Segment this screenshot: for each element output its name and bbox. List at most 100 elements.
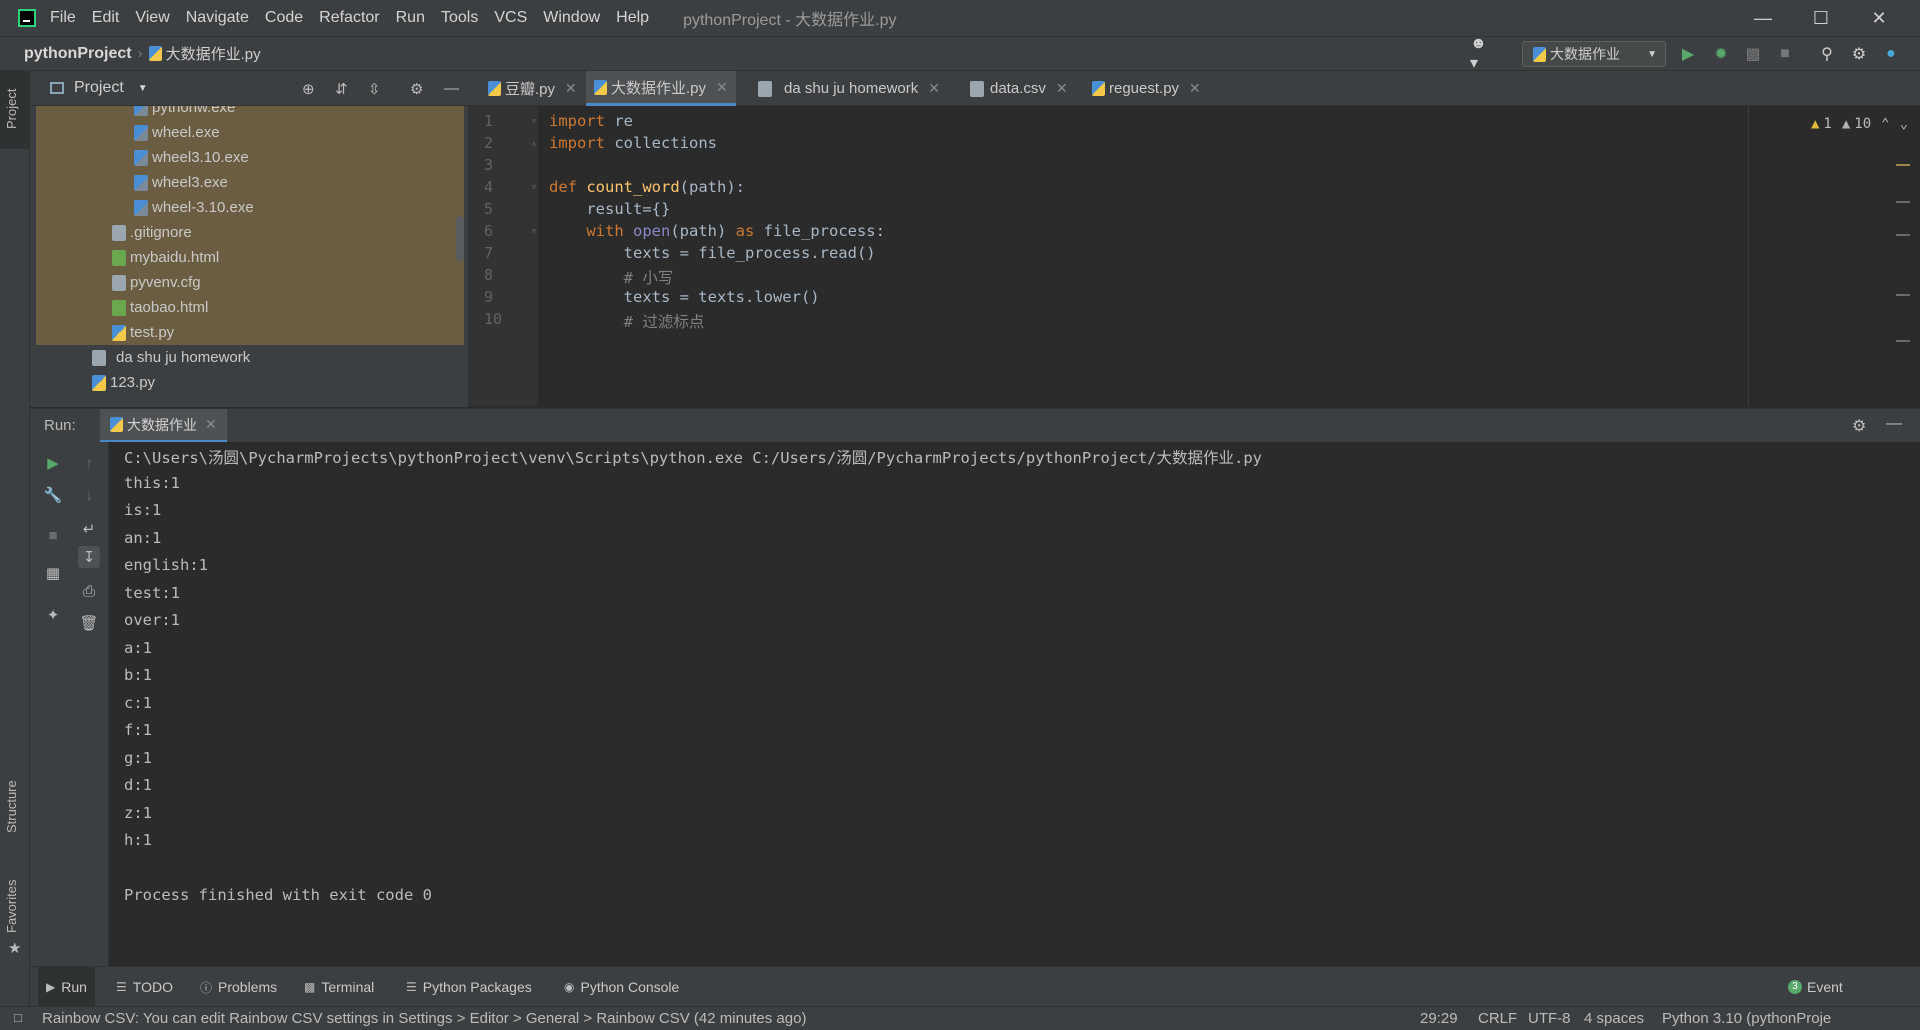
tree-item[interactable]: wheel.exe: [36, 120, 464, 145]
run-configuration-select[interactable]: 大数据作业 ▼: [1522, 41, 1666, 67]
tab-dashuju[interactable]: 大数据作业.py ✕: [586, 71, 736, 106]
caret-position[interactable]: 29:29: [1420, 1010, 1458, 1027]
gear-icon[interactable]: ⚙: [1852, 416, 1866, 436]
run-icon[interactable]: ▶: [1677, 43, 1699, 65]
close-icon[interactable]: ✕: [1056, 80, 1068, 97]
tab-todo[interactable]: ☰ TODO: [108, 967, 181, 1007]
locate-icon[interactable]: ⊕: [302, 80, 315, 98]
trash-icon[interactable]: 🗑: [78, 612, 100, 634]
minimize-icon[interactable]: —: [1734, 0, 1792, 36]
rerun-icon[interactable]: ▶: [42, 452, 64, 474]
tab-python-packages[interactable]: ☰ Python Packages: [398, 967, 540, 1007]
menu-refactor[interactable]: Refactor: [319, 9, 379, 27]
stop-icon[interactable]: ■: [42, 524, 64, 546]
tree-item[interactable]: wheel3.exe: [36, 170, 464, 195]
print-icon[interactable]: ⎙: [78, 580, 100, 602]
tree-item[interactable]: .gitignore: [36, 220, 464, 245]
tab-data-csv[interactable]: data.csv ✕: [962, 71, 1076, 106]
error-stripe-mark[interactable]: [1896, 164, 1910, 166]
close-icon[interactable]: ✕: [205, 416, 217, 433]
tab-reguest[interactable]: reguest.py ✕: [1084, 71, 1209, 106]
chevron-down-icon[interactable]: ⌄: [1900, 116, 1908, 132]
menu-vcs[interactable]: VCS: [494, 9, 527, 27]
error-stripe-mark[interactable]: [1896, 294, 1910, 296]
code-editor[interactable]: 1 2 3 4 5 6 7 8 9 10 ▿ ▵ ▿ ▿ import re i…: [468, 106, 1920, 406]
menu-window[interactable]: Window: [543, 9, 600, 27]
python-interpreter[interactable]: Python 3.10 (pythonProje: [1662, 1010, 1831, 1027]
tree-item[interactable]: mybaidu.html: [36, 245, 464, 270]
tab-problems[interactable]: ⓘ Problems: [192, 967, 285, 1007]
tree-item[interactable]: taobao.html: [36, 295, 464, 320]
file-encoding[interactable]: UTF-8: [1528, 1010, 1571, 1027]
project-view-select[interactable]: Project ▼: [50, 79, 148, 97]
inspection-widget[interactable]: ▲ 1 ▲ 10 ⌃ ⌄: [1780, 114, 1920, 134]
settings-icon[interactable]: ⚙: [1848, 43, 1870, 65]
pin-icon[interactable]: ✦: [42, 604, 64, 626]
tree-item[interactable]: test.py: [36, 320, 464, 345]
tab-python-console[interactable]: ◉ Python Console: [556, 967, 687, 1007]
error-stripe-mark[interactable]: [1896, 340, 1910, 342]
tree-item[interactable]: wheel3.10.exe: [36, 145, 464, 170]
maximize-icon[interactable]: ☐: [1792, 0, 1850, 36]
favorites-tool-label[interactable]: Favorites: [4, 880, 19, 933]
arrow-up-icon[interactable]: ↑: [78, 452, 100, 474]
wrench-icon[interactable]: 🔧: [42, 484, 64, 506]
close-icon[interactable]: ✕: [1189, 80, 1201, 97]
panel-toggle-icon[interactable]: □: [14, 1010, 22, 1025]
tree-scrollbar[interactable]: [456, 216, 464, 261]
collapse-all-icon[interactable]: ⇳: [368, 80, 381, 98]
hide-icon[interactable]: —: [444, 80, 459, 97]
menu-run[interactable]: Run: [396, 9, 425, 27]
structure-tool-label[interactable]: Structure: [4, 780, 19, 833]
soft-wrap-icon[interactable]: ↵: [78, 518, 100, 540]
menu-file[interactable]: File: [50, 9, 76, 27]
tree-item[interactable]: pyvenv.cfg: [36, 270, 464, 295]
fold-icon[interactable]: ▿: [531, 182, 537, 193]
breadcrumb-project[interactable]: pythonProject: [24, 45, 132, 63]
menu-tools[interactable]: Tools: [441, 9, 478, 27]
debug-icon[interactable]: ✹: [1710, 43, 1732, 65]
fold-icon[interactable]: ▵: [531, 138, 537, 149]
indent-setting[interactable]: 4 spaces: [1584, 1010, 1644, 1027]
event-log-button[interactable]: 3 Event: [1780, 967, 1851, 1007]
menu-navigate[interactable]: Navigate: [186, 9, 249, 27]
tree-item[interactable]: 123.py: [92, 370, 155, 395]
run-console[interactable]: C:\Users\汤圆\PycharmProjects\pythonProjec…: [109, 442, 1920, 966]
project-tool-button[interactable]: Project: [0, 71, 30, 149]
line-separator[interactable]: CRLF: [1478, 1010, 1517, 1027]
tab-run[interactable]: ▶ Run: [38, 967, 95, 1007]
tree-item[interactable]: pythonw.exe: [36, 106, 464, 120]
stop-icon[interactable]: ■: [1774, 43, 1796, 65]
close-icon[interactable]: ✕: [928, 80, 940, 97]
user-icon[interactable]: ☻▾: [1470, 35, 1492, 72]
menu-edit[interactable]: Edit: [92, 9, 120, 27]
tree-item[interactable]: da shu ju homework: [92, 345, 250, 370]
menu-help[interactable]: Help: [616, 9, 649, 27]
plugin-icon[interactable]: ●: [1880, 43, 1902, 65]
close-window-icon[interactable]: ✕: [1850, 0, 1908, 36]
close-icon[interactable]: ✕: [716, 79, 728, 96]
search-icon[interactable]: ⚲: [1816, 43, 1838, 65]
close-icon[interactable]: ✕: [565, 80, 577, 97]
coverage-icon[interactable]: ▩: [1742, 43, 1764, 65]
breadcrumb-file[interactable]: 大数据作业.py: [166, 43, 261, 64]
tab-douban[interactable]: 豆瓣.py ✕: [480, 71, 585, 106]
tab-homework[interactable]: da shu ju homework ✕: [750, 71, 948, 106]
hide-icon[interactable]: —: [1886, 415, 1902, 433]
error-stripe-mark[interactable]: [1896, 201, 1910, 203]
tree-item[interactable]: wheel-3.10.exe: [36, 195, 464, 220]
status-message[interactable]: Rainbow CSV: You can edit Rainbow CSV se…: [42, 1010, 806, 1027]
menu-view[interactable]: View: [135, 9, 169, 27]
tab-terminal[interactable]: ▩ Terminal: [296, 967, 382, 1007]
chevron-up-icon[interactable]: ⌃: [1881, 116, 1889, 132]
expand-all-icon[interactable]: ⇵: [335, 80, 348, 98]
fold-icon[interactable]: ▿: [531, 116, 537, 127]
scroll-to-end-icon[interactable]: ↧: [78, 546, 100, 568]
menu-code[interactable]: Code: [265, 9, 303, 27]
arrow-down-icon[interactable]: ↓: [78, 484, 100, 506]
error-stripe-mark[interactable]: [1896, 234, 1910, 236]
run-tab[interactable]: 大数据作业 ✕: [100, 409, 227, 443]
fold-icon[interactable]: ▿: [531, 226, 537, 237]
layout-icon[interactable]: ▦: [42, 562, 64, 584]
gear-icon[interactable]: ⚙: [410, 80, 423, 98]
